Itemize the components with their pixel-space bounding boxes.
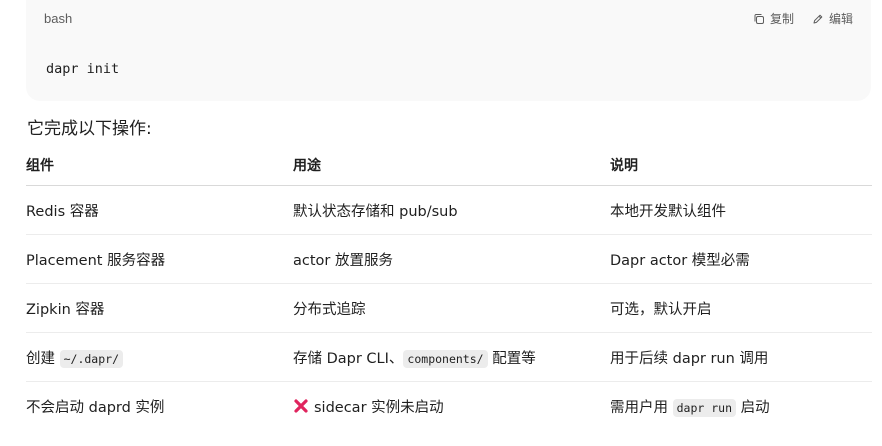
section-heading: 它完成以下操作: — [27, 119, 152, 139]
cell-text: 配置等 — [487, 350, 536, 367]
edit-label: 编辑 — [828, 12, 853, 26]
copy-button[interactable]: 复制 — [753, 10, 794, 27]
table-cell: Dapr actor 模型必需 — [610, 234, 872, 284]
components-table: 组件 用途 说明 Redis 容器 默认状态存储和 pub/sub 本地开发默认… — [26, 144, 872, 430]
cell-text: 创建 — [26, 350, 60, 367]
table-cell: Zipkin 容器 — [26, 283, 293, 333]
table-cell: actor 放置服务 — [293, 234, 610, 284]
inline-code: components/ — [403, 349, 488, 368]
table-cell: sidecar 实例未启动 — [293, 382, 610, 431]
pencil-icon — [813, 14, 823, 23]
copy-label: 复制 — [769, 12, 794, 26]
column-header-component: 组件 — [26, 144, 293, 186]
code-text[interactable]: dapr init — [46, 61, 119, 77]
table-row: Zipkin 容器 分布式追踪 可选，默认开启 — [26, 283, 872, 333]
column-header-description: 说明 — [610, 144, 872, 186]
table-cell: 不会启动 daprd 实例 — [26, 399, 165, 416]
table-cell: 可选，默认开启 — [610, 283, 872, 333]
code-language-label: bash — [44, 11, 73, 26]
inline-code: dapr run — [672, 398, 736, 417]
cell-text: 启动 — [736, 399, 770, 416]
table-cell: 分布式追踪 — [293, 283, 610, 333]
cell-text: 存储 Dapr CLI、 — [293, 350, 404, 367]
copy-icon — [754, 13, 764, 24]
inline-code: ~/.dapr/ — [59, 349, 123, 368]
table-cell: 用于后续 dapr run 调用 — [610, 332, 872, 382]
table-row: Placement 服务容器 actor 放置服务 Dapr actor 模型必… — [26, 234, 872, 284]
red-cross-icon — [294, 398, 308, 413]
edit-button[interactable]: 编辑 — [812, 10, 853, 27]
cell-text: 需用户用 — [610, 399, 673, 416]
column-header-purpose: 用途 — [293, 144, 610, 186]
table-row: 不会启动 daprd 实例 sidecar 实例未启动 需用户用 dapr ru… — [26, 382, 872, 431]
table-cell: 本地开发默认组件 — [610, 185, 872, 235]
table-header-row: 组件 用途 说明 — [26, 144, 872, 186]
table-cell: 需用户用 dapr run 启动 — [610, 382, 872, 431]
table-cell: 存储 Dapr CLI、 components/ 配置等 — [293, 332, 610, 382]
table-cell: 默认状态存储和 pub/sub — [293, 185, 610, 235]
table-cell: Redis 容器 — [26, 185, 293, 235]
table-cell: Placement 服务容器 — [26, 234, 293, 284]
table-cell: 创建 ~/.dapr/ — [26, 332, 293, 382]
table-row: Redis 容器 默认状态存储和 pub/sub 本地开发默认组件 — [26, 185, 872, 235]
code-block: bash 复制 编辑 dapr init — [26, 0, 871, 101]
table-row: 创建 ~/.dapr/ 存储 Dapr CLI、 components/ 配置等 … — [26, 332, 872, 382]
code-actions: 复制 编辑 — [753, 10, 853, 27]
cell-text: sidecar 实例未启动 — [314, 399, 444, 416]
